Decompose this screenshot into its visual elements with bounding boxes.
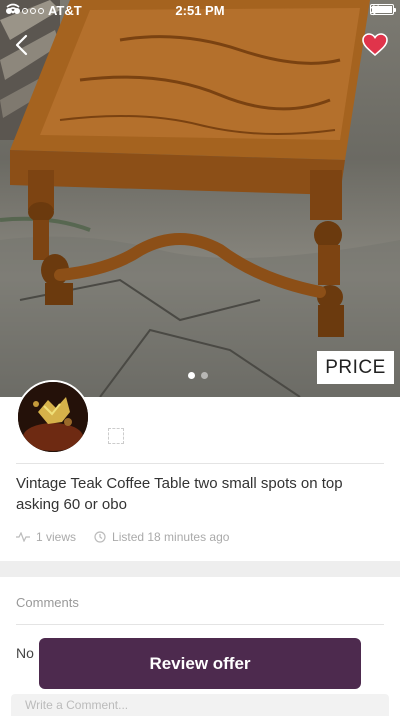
divider	[16, 624, 384, 625]
listing-title: Vintage Teak Coffee Table two small spot…	[16, 475, 343, 513]
status-bar: AT&T 2:51 PM	[0, 0, 400, 22]
listed-time: Listed 18 minutes ago	[112, 530, 230, 544]
divider	[16, 463, 384, 464]
review-offer-button[interactable]: Review offer	[39, 638, 361, 689]
no-comments-text: No	[16, 645, 34, 661]
heart-icon	[362, 33, 388, 57]
price-tag: PRICE	[317, 351, 394, 384]
seller-avatar[interactable]	[16, 380, 90, 454]
pager-dot[interactable]	[201, 372, 208, 379]
listing-meta: 1 views Listed 18 minutes ago	[16, 530, 229, 544]
activity-icon	[16, 532, 30, 542]
favorite-button[interactable]	[362, 33, 388, 57]
seller-badge-placeholder	[108, 428, 124, 444]
status-right	[370, 4, 396, 16]
comment-input[interactable]: Write a Comment...	[11, 694, 389, 716]
back-button[interactable]	[10, 32, 36, 58]
image-pager[interactable]	[188, 372, 208, 379]
avatar-image	[18, 382, 88, 452]
clock-icon	[94, 531, 106, 543]
comments-header: Comments	[16, 595, 79, 610]
product-photo[interactable]: AT&T 2:51 PM PRICE	[0, 0, 400, 397]
pager-dot-active[interactable]	[188, 372, 195, 379]
status-time: 2:51 PM	[175, 3, 225, 18]
battery-icon	[370, 4, 396, 15]
chevron-left-icon	[15, 34, 28, 56]
table-photo-illustration	[0, 0, 400, 397]
section-separator	[0, 561, 400, 577]
views-count: 1 views	[36, 530, 77, 544]
